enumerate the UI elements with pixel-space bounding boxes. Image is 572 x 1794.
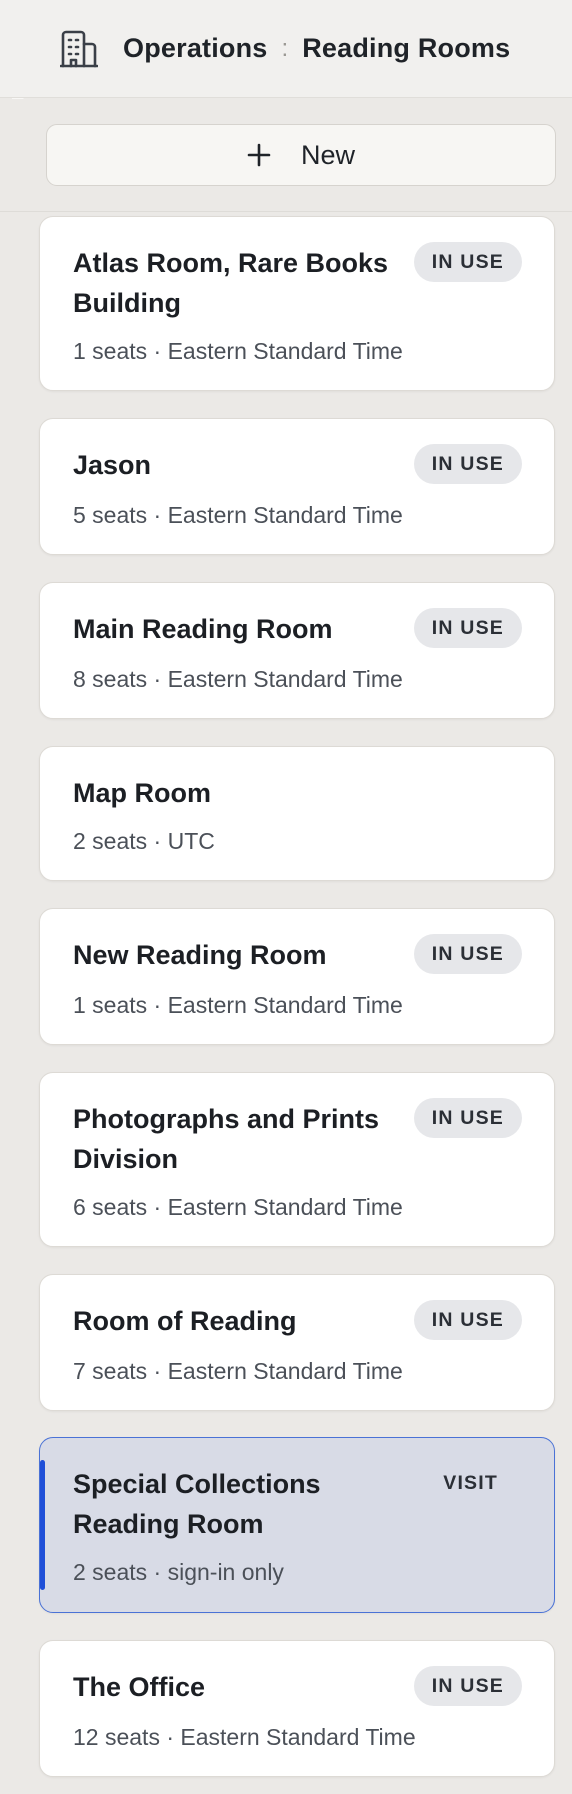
status-badge: IN USE [413,934,522,974]
plus-icon [247,143,271,167]
breadcrumb-current: Reading Rooms [302,33,511,63]
room-card[interactable]: Main Reading Room 8 seats · Eastern Stan… [39,582,555,719]
selection-indicator [40,1460,45,1590]
room-title: Room of Reading [73,1306,297,1336]
room-meta: 12 seats · Eastern Standard Time [73,1724,416,1750]
room-list: Atlas Room, Rare Books Building 1 seats … [0,0,572,1794]
room-card[interactable]: The Office 12 seats · Eastern Standard T… [39,1640,555,1777]
room-meta: 2 seats · UTC [73,828,215,854]
room-meta: 6 seats · Eastern Standard Time [73,1194,403,1220]
status-badge: IN USE [413,444,522,484]
room-meta: 5 seats · Eastern Standard Time [73,502,403,528]
room-card-selected[interactable]: Special Collections Reading Room 2 seats… [39,1437,555,1613]
room-title: Photographs and Prints Division [73,1104,380,1174]
breadcrumb-root[interactable]: Operations [123,33,268,64]
room-meta: 7 seats · Eastern Standard Time [73,1358,403,1384]
new-button-label: New [300,139,355,170]
room-title: Jason [73,450,152,480]
status-badge: IN USE [413,1300,522,1340]
room-title: Main Reading Room [73,614,333,644]
room-title: Map Room [73,778,211,808]
status-badge: IN USE [413,1098,522,1138]
room-card[interactable]: Photographs and Prints Division 6 seats … [39,1072,555,1247]
list-toolbar: New [0,99,572,212]
room-card[interactable]: Map Room 2 seats · UTC [39,746,555,881]
app-window: Operations : Reading Rooms New Atlas Roo… [0,0,572,1794]
room-meta: 8 seats · Eastern Standard Time [73,666,403,692]
room-meta: 2 seats · sign-in only [73,1559,284,1585]
room-card[interactable]: Room of Reading 7 seats · Eastern Standa… [39,1274,555,1411]
status-badge: IN USE [413,242,522,282]
room-title: Atlas Room, Rare Books Building [73,248,389,318]
room-title: The Office [73,1672,206,1702]
new-room-button[interactable]: New [46,124,556,186]
page-header: Operations : Reading Rooms [0,0,572,98]
room-meta: 1 seats · Eastern Standard Time [73,338,403,364]
building-icon [59,29,99,69]
room-card[interactable]: Jason 5 seats · Eastern Standard Time IN… [39,418,555,555]
visit-badge[interactable]: VISIT [425,1463,516,1503]
room-card[interactable]: Atlas Room, Rare Books Building 1 seats … [39,216,555,391]
status-badge: IN USE [413,608,522,648]
breadcrumb-separator: : [281,34,289,62]
room-card[interactable]: New Reading Room 1 seats · Eastern Stand… [39,908,555,1045]
room-meta: 1 seats · Eastern Standard Time [73,992,403,1018]
room-title: Special Collections Reading Room [73,1469,321,1539]
status-badge: IN USE [413,1666,522,1706]
room-title: New Reading Room [73,940,327,970]
